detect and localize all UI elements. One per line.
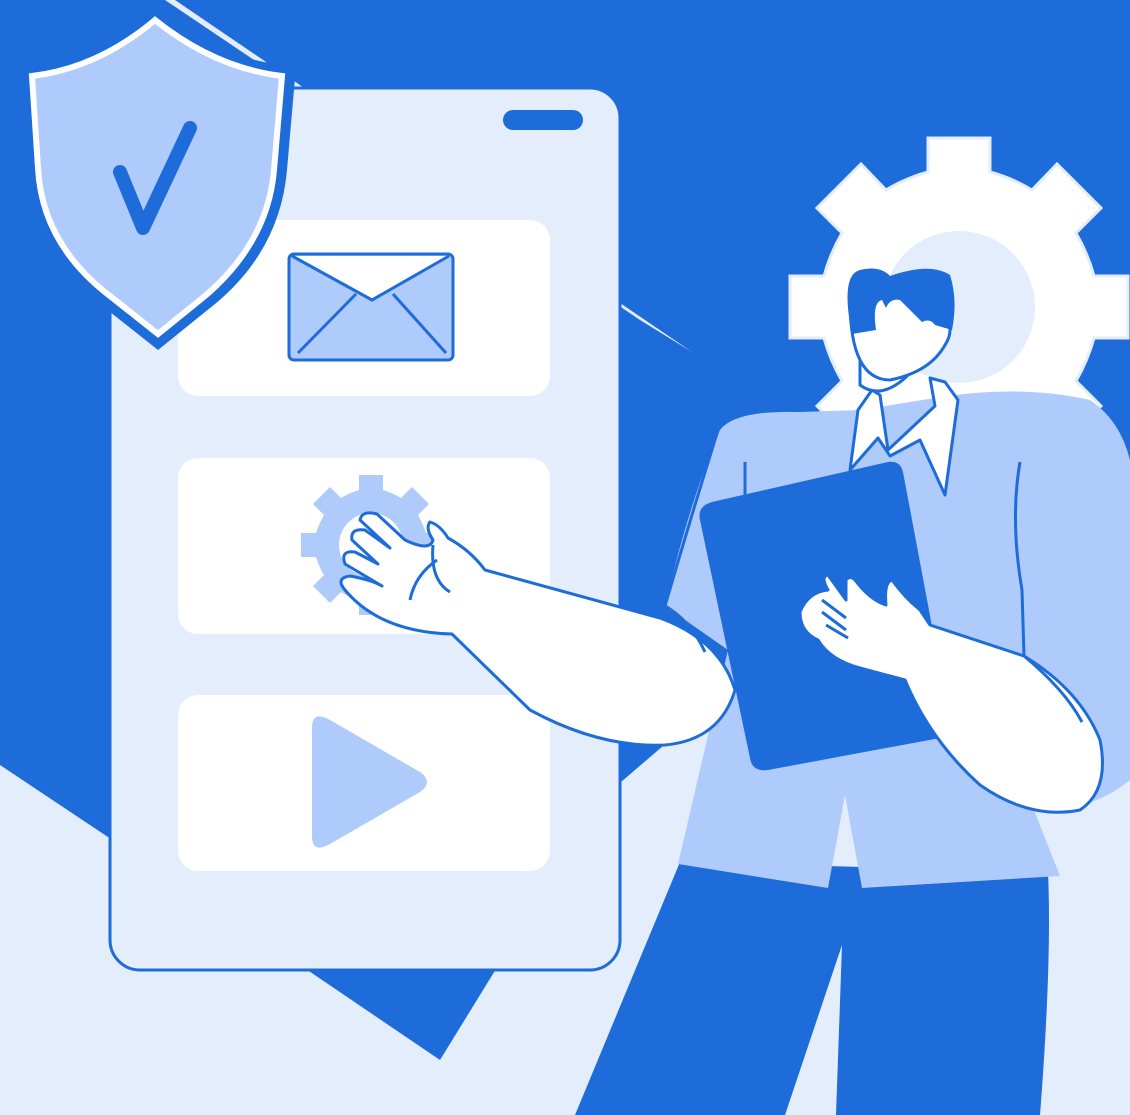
illustration: [0, 0, 1130, 1115]
envelope-icon: [287, 252, 455, 362]
phone-speaker: [503, 110, 583, 130]
